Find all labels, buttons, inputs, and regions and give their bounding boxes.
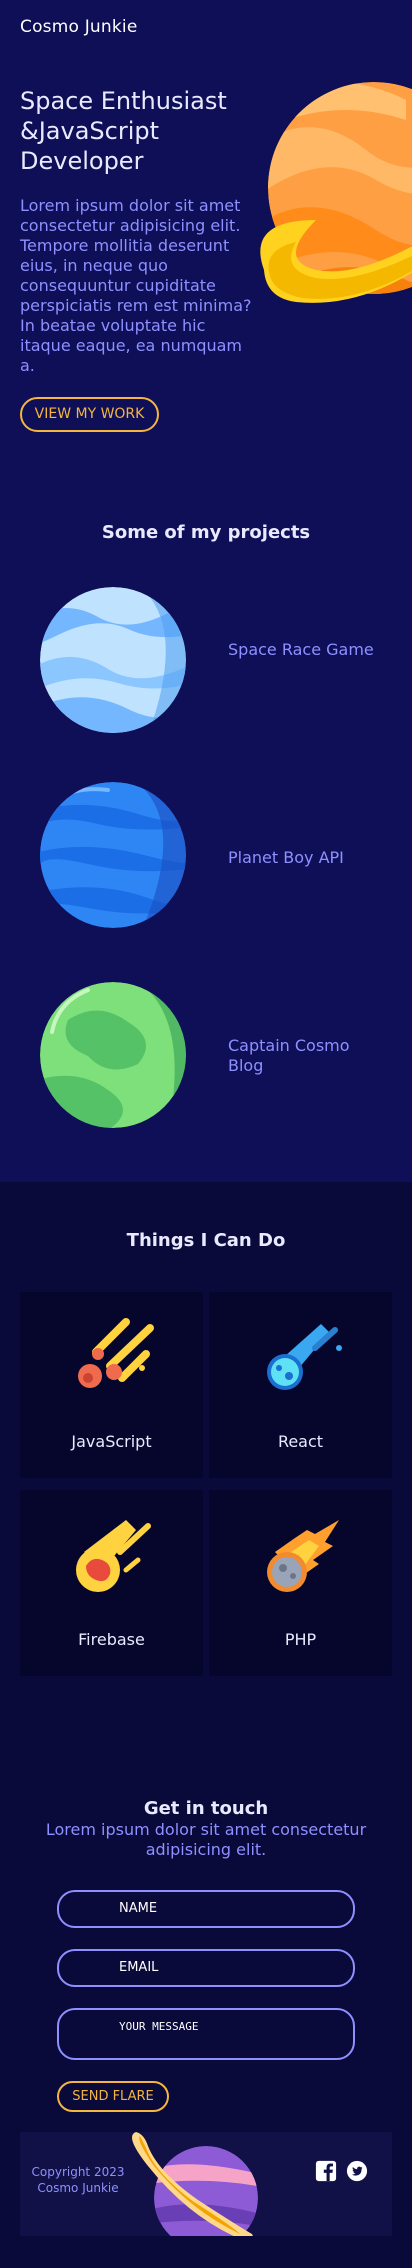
hero-description: Lorem ipsum dolor sit amet consectetur a… xyxy=(20,196,252,375)
project-link-captain-cosmo-blog[interactable]: Captain Cosmo Blog xyxy=(228,1036,378,1076)
blue-comet-icon xyxy=(266,1324,342,1390)
email-field[interactable]: EMAIL xyxy=(57,1949,355,1987)
hero-section: Cosmo Junkie Space Enthusiast &JavaScrip… xyxy=(0,0,412,470)
skill-label: React xyxy=(277,1432,324,1451)
skill-label: PHP xyxy=(284,1630,317,1649)
green-planet-icon[interactable] xyxy=(38,980,188,1130)
project-link-space-race[interactable]: Space Race Game xyxy=(228,640,378,660)
skills-title: Things I Can Do xyxy=(126,1230,286,1251)
contact-title: Get in touch xyxy=(143,1798,269,1819)
contact-subtitle: Lorem ipsum dolor sit amet consectetur a… xyxy=(45,1820,367,1859)
hero-title: Space Enthusiast &JavaScript Developer xyxy=(20,87,227,175)
projects-title: Some of my projects xyxy=(101,522,311,543)
yellow-meteor-icon xyxy=(77,1318,154,1388)
gray-meteor-icon xyxy=(266,1520,339,1592)
brand-logo-text[interactable]: Cosmo Junkie xyxy=(20,17,137,37)
twitter-icon[interactable] xyxy=(346,2160,368,2182)
orange-ringed-planet-icon xyxy=(260,82,412,303)
copyright-text: Copyright 2023 Cosmo Junkie xyxy=(31,2165,125,2195)
skill-label: Firebase xyxy=(78,1630,145,1649)
view-my-work-button[interactable]: VIEW MY WORK xyxy=(20,397,159,432)
light-blue-planet-icon[interactable] xyxy=(38,585,188,735)
footer: Copyright 2023 Cosmo Junkie xyxy=(20,2132,392,2236)
skill-card-javascript: JavaScript xyxy=(20,1292,203,1478)
skills-section: Things I Can Do JavaScript React Firebas… xyxy=(0,1182,412,1700)
skill-card-react: React xyxy=(209,1292,392,1478)
red-meteor-icon xyxy=(75,1520,151,1592)
facebook-icon[interactable] xyxy=(315,2160,337,2182)
skill-label: JavaScript xyxy=(71,1432,152,1451)
project-link-planet-boy-api[interactable]: Planet Boy API xyxy=(228,848,378,868)
blue-planet-icon[interactable] xyxy=(38,780,188,930)
purple-ringed-planet-icon xyxy=(132,2132,258,2236)
send-flare-button[interactable]: SEND FLARE xyxy=(57,2081,169,2112)
skill-card-php: PHP xyxy=(209,1490,392,1676)
message-field[interactable]: YOUR MESSAGE xyxy=(57,2008,355,2060)
name-field[interactable]: NAME xyxy=(57,1890,355,1928)
skill-card-firebase: Firebase xyxy=(20,1490,203,1676)
projects-section: Some of my projects Space Race Game Plan… xyxy=(0,470,412,1182)
